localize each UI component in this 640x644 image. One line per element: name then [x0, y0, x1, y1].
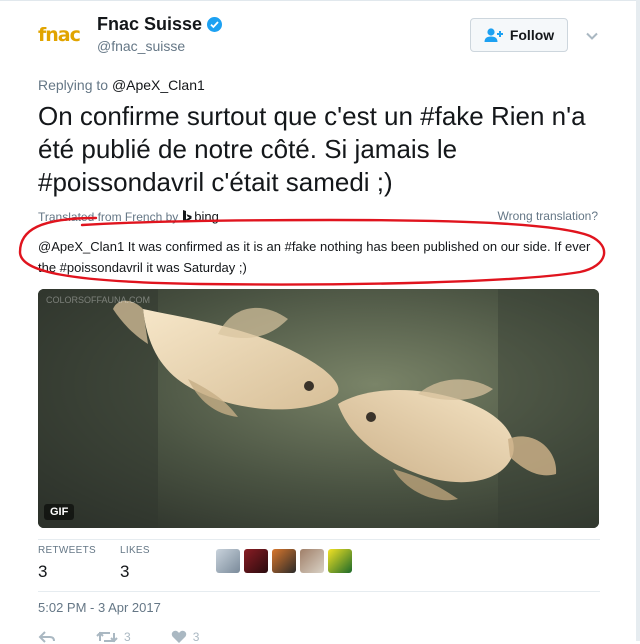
- reply-button[interactable]: [38, 630, 56, 644]
- avatar[interactable]: [272, 549, 296, 573]
- action-bar: 3 3: [38, 630, 199, 644]
- retweets-count: 3: [38, 562, 48, 581]
- follow-button[interactable]: Follow: [470, 18, 568, 52]
- top-border: [0, 0, 640, 1]
- media-watermark: COLORSOFFAUNA.COM: [46, 295, 151, 305]
- gif-media[interactable]: COLORSOFFAUNA.COM GIF: [38, 289, 599, 528]
- translation-attribution: Translated from French by bing: [38, 209, 219, 224]
- translated-label: Translated from French by: [38, 209, 179, 224]
- bing-logo[interactable]: bing: [182, 209, 219, 224]
- kissing-fish-image: [38, 289, 599, 528]
- avatar[interactable]: [300, 549, 324, 573]
- tweet-text: On confirme surtout que c'est un #fake R…: [38, 101, 586, 197]
- replying-to-prefix: Replying to: [38, 77, 112, 93]
- retweet-button[interactable]: 3: [96, 630, 131, 644]
- like-action-count: 3: [192, 630, 200, 644]
- verified-badge-icon: [207, 17, 223, 32]
- retweets-stat[interactable]: RETWEETS 3: [38, 545, 96, 582]
- liker-avatars: [216, 549, 352, 573]
- wrong-translation-link[interactable]: Wrong translation?: [498, 209, 599, 223]
- user-handle[interactable]: @fnac_suisse: [97, 38, 185, 54]
- reply-icon: [38, 631, 55, 643]
- fnac-logo[interactable]: fnac: [38, 24, 86, 48]
- replying-to: Replying to @ApeX_Clan1: [38, 77, 205, 93]
- scrollbar-track[interactable]: [636, 0, 640, 641]
- avatar[interactable]: [328, 549, 352, 573]
- retweets-label: RETWEETS: [38, 545, 96, 556]
- retweet-action-count: 3: [124, 630, 131, 644]
- add-user-icon: [484, 28, 503, 42]
- heart-icon: [171, 630, 186, 643]
- divider: [38, 539, 600, 540]
- follow-label: Follow: [509, 27, 555, 43]
- like-button[interactable]: 3: [171, 630, 200, 644]
- bing-text: bing: [194, 209, 219, 224]
- translated-text: @ApeX_Clan1 It was confirmed as it is an…: [38, 239, 591, 275]
- avatar[interactable]: [244, 549, 268, 573]
- chevron-down-icon[interactable]: [584, 28, 600, 44]
- likes-stat[interactable]: LIKES 3: [120, 545, 150, 582]
- likes-label: LIKES: [120, 545, 150, 556]
- likes-count: 3: [120, 562, 130, 581]
- gif-badge: GIF: [44, 504, 75, 520]
- avatar[interactable]: [216, 549, 240, 573]
- retweet-icon: [96, 631, 118, 643]
- reply-mention-link[interactable]: @ApeX_Clan1: [112, 77, 205, 93]
- display-name-text[interactable]: Fnac Suisse: [97, 14, 202, 34]
- display-name[interactable]: Fnac Suisse: [97, 14, 223, 35]
- bing-icon: [183, 210, 192, 222]
- divider: [38, 591, 600, 592]
- tweet-timestamp[interactable]: 5:02 PM - 3 Apr 2017: [38, 600, 161, 615]
